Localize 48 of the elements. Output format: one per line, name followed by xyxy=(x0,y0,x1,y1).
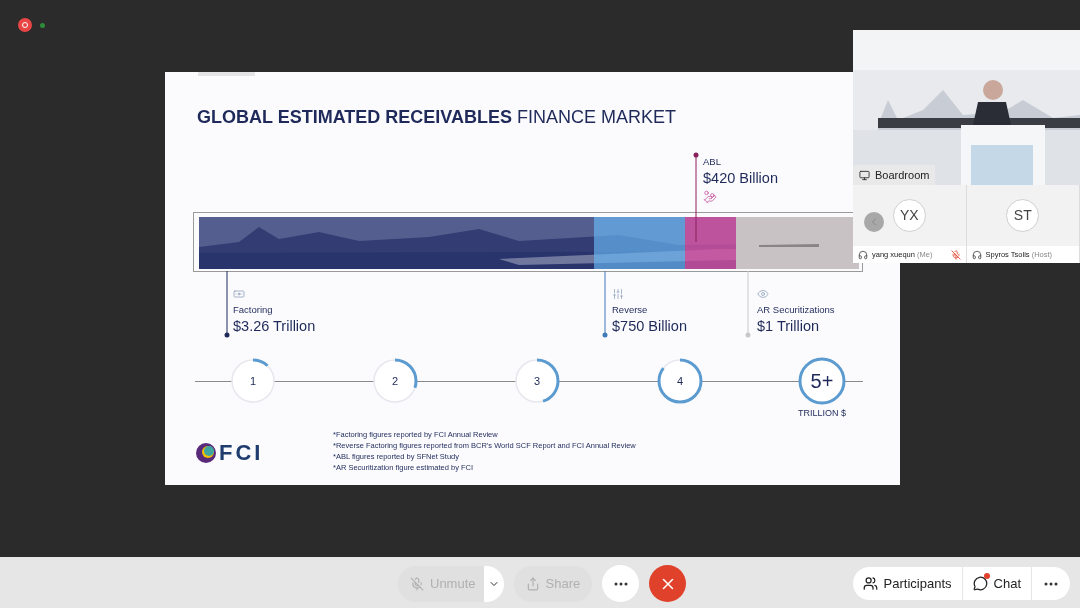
slide-title: GLOBAL ESTIMATED RECEIVABLES FINANCE MARKET xyxy=(197,106,677,129)
leave-button[interactable] xyxy=(649,565,687,602)
people-icon xyxy=(862,576,878,591)
avatar: YX xyxy=(892,199,926,232)
chat-bubble-icon xyxy=(972,576,988,591)
sliders-icon xyxy=(612,288,624,300)
headset-icon xyxy=(858,249,868,260)
monitor-icon xyxy=(859,169,870,181)
more-icon xyxy=(1044,581,1058,586)
share-icon xyxy=(525,576,540,591)
category-value: $750 Billion xyxy=(612,317,687,336)
category-label: Factoring xyxy=(233,304,273,316)
record-icon xyxy=(18,18,32,32)
logo-icon xyxy=(195,442,217,464)
hand-coins-icon xyxy=(703,190,717,204)
cash-icon xyxy=(233,288,245,300)
chat-button[interactable]: Chat xyxy=(962,567,1032,600)
progress-ring xyxy=(371,357,419,405)
logo-text: FCI xyxy=(219,442,264,464)
category-label: ABL xyxy=(703,156,721,168)
progress-ring xyxy=(513,357,561,405)
leader-line xyxy=(224,271,230,338)
step-number: 5+ xyxy=(810,371,834,391)
step-number: 3 xyxy=(533,374,541,389)
progress-ring xyxy=(798,357,846,405)
back-button[interactable] xyxy=(864,212,884,232)
more-button[interactable] xyxy=(602,565,640,602)
participants-button[interactable]: Participants xyxy=(852,567,963,600)
category-label: AR Securitizations xyxy=(757,304,835,316)
step-number: 2 xyxy=(391,374,399,389)
eye-icon xyxy=(757,288,769,300)
progress-ring xyxy=(656,357,704,405)
avatar: ST xyxy=(1006,199,1040,232)
leader-line xyxy=(745,271,751,338)
step-number: 4 xyxy=(676,374,684,389)
mic-off-icon xyxy=(410,576,424,591)
room-name: Boardroom xyxy=(875,167,930,183)
category-value: $3.26 Trillion xyxy=(233,317,316,336)
progress-ring xyxy=(229,357,277,405)
more-icon xyxy=(613,581,628,586)
leader-line xyxy=(602,271,608,338)
headset-icon xyxy=(971,249,982,260)
category-label: Reverse xyxy=(612,304,648,316)
audio-options-button[interactable] xyxy=(483,565,504,602)
category-value: $420 Billion xyxy=(703,169,778,188)
total-caption: TRILLION $ xyxy=(798,407,846,420)
step-number: 1 xyxy=(249,374,257,389)
category-value: $1 Trillion xyxy=(757,317,820,336)
